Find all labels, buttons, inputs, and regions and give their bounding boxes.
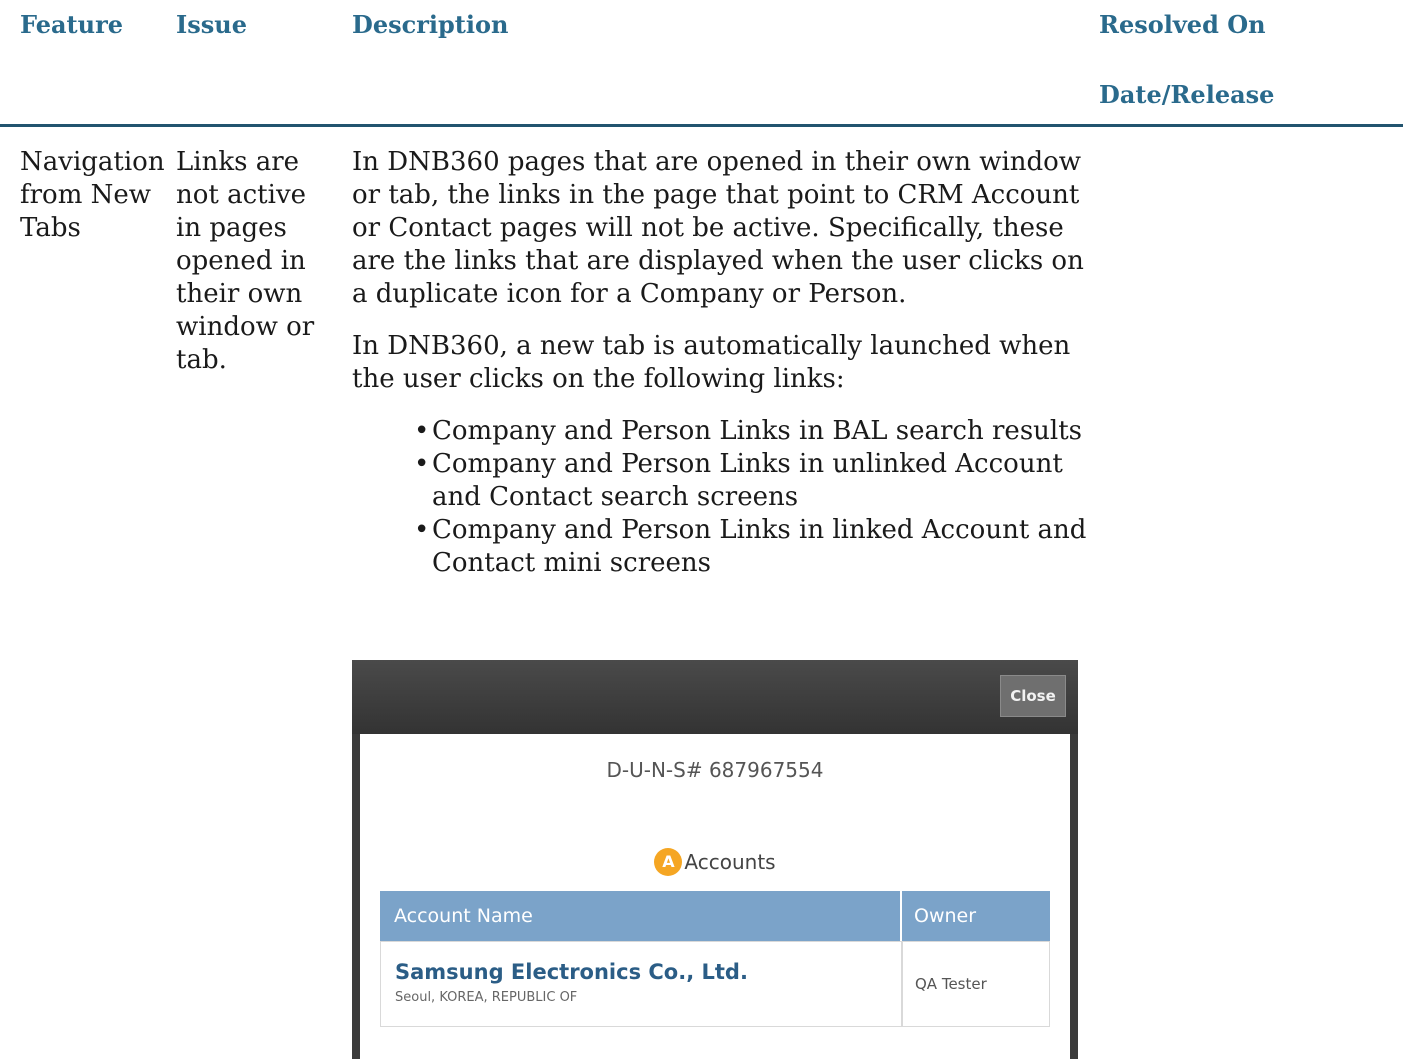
col-header-account-name: Account Name [380,891,900,941]
close-button[interactable]: Close [1000,675,1066,717]
bullet-item: Company and Person Links in linked Accou… [414,514,1092,580]
description-paragraph-2: In DNB360, a new tab is automatically la… [352,331,1071,394]
header-feature: Feature [20,10,123,39]
bullet-item: Company and Person Links in BAL search r… [414,415,1092,448]
dialog-panel: D-U-N-S# 687967554 A Accounts Account Nam… [360,734,1070,1059]
account-owner: QA Tester [902,941,1050,1027]
header-issue: Issue [176,10,247,39]
header-resolved-line2: Date/Release [1099,80,1275,109]
accounts-heading: A Accounts [360,848,1070,876]
header-resolved-line1: Resolved On [1099,10,1266,39]
accounts-icon: A [654,848,683,876]
account-location: Seoul, KOREA, REPUBLIC OF [395,990,578,1005]
row-issue: Links are not active in pages opened in … [176,147,315,375]
table-row: Samsung Electronics Co., Ltd. Seoul, KOR… [380,941,902,1027]
bullet-list: Company and Person Links in BAL search r… [352,415,1092,580]
header-description: Description [352,10,509,39]
row-description: In DNB360 pages that are opened in their… [352,146,1092,580]
accounts-label: Accounts [684,850,776,874]
duns-number: D-U-N-S# 687967554 [606,758,824,782]
dialog-titlebar: Close [352,660,1078,734]
col-header-owner: Owner [902,891,1050,941]
description-paragraph-1: In DNB360 pages that are opened in their… [352,147,1084,309]
account-name-link[interactable]: Samsung Electronics Co., Ltd. [395,960,901,984]
bullet-item: Company and Person Links in unlinked Acc… [414,448,1092,514]
embedded-screenshot: Close D-U-N-S# 687967554 A Accounts Accou… [352,660,1078,1059]
row-feature: Navigation from New Tabs [20,147,165,243]
table-header: Feature Issue Description Resolved On Da… [0,0,1403,127]
